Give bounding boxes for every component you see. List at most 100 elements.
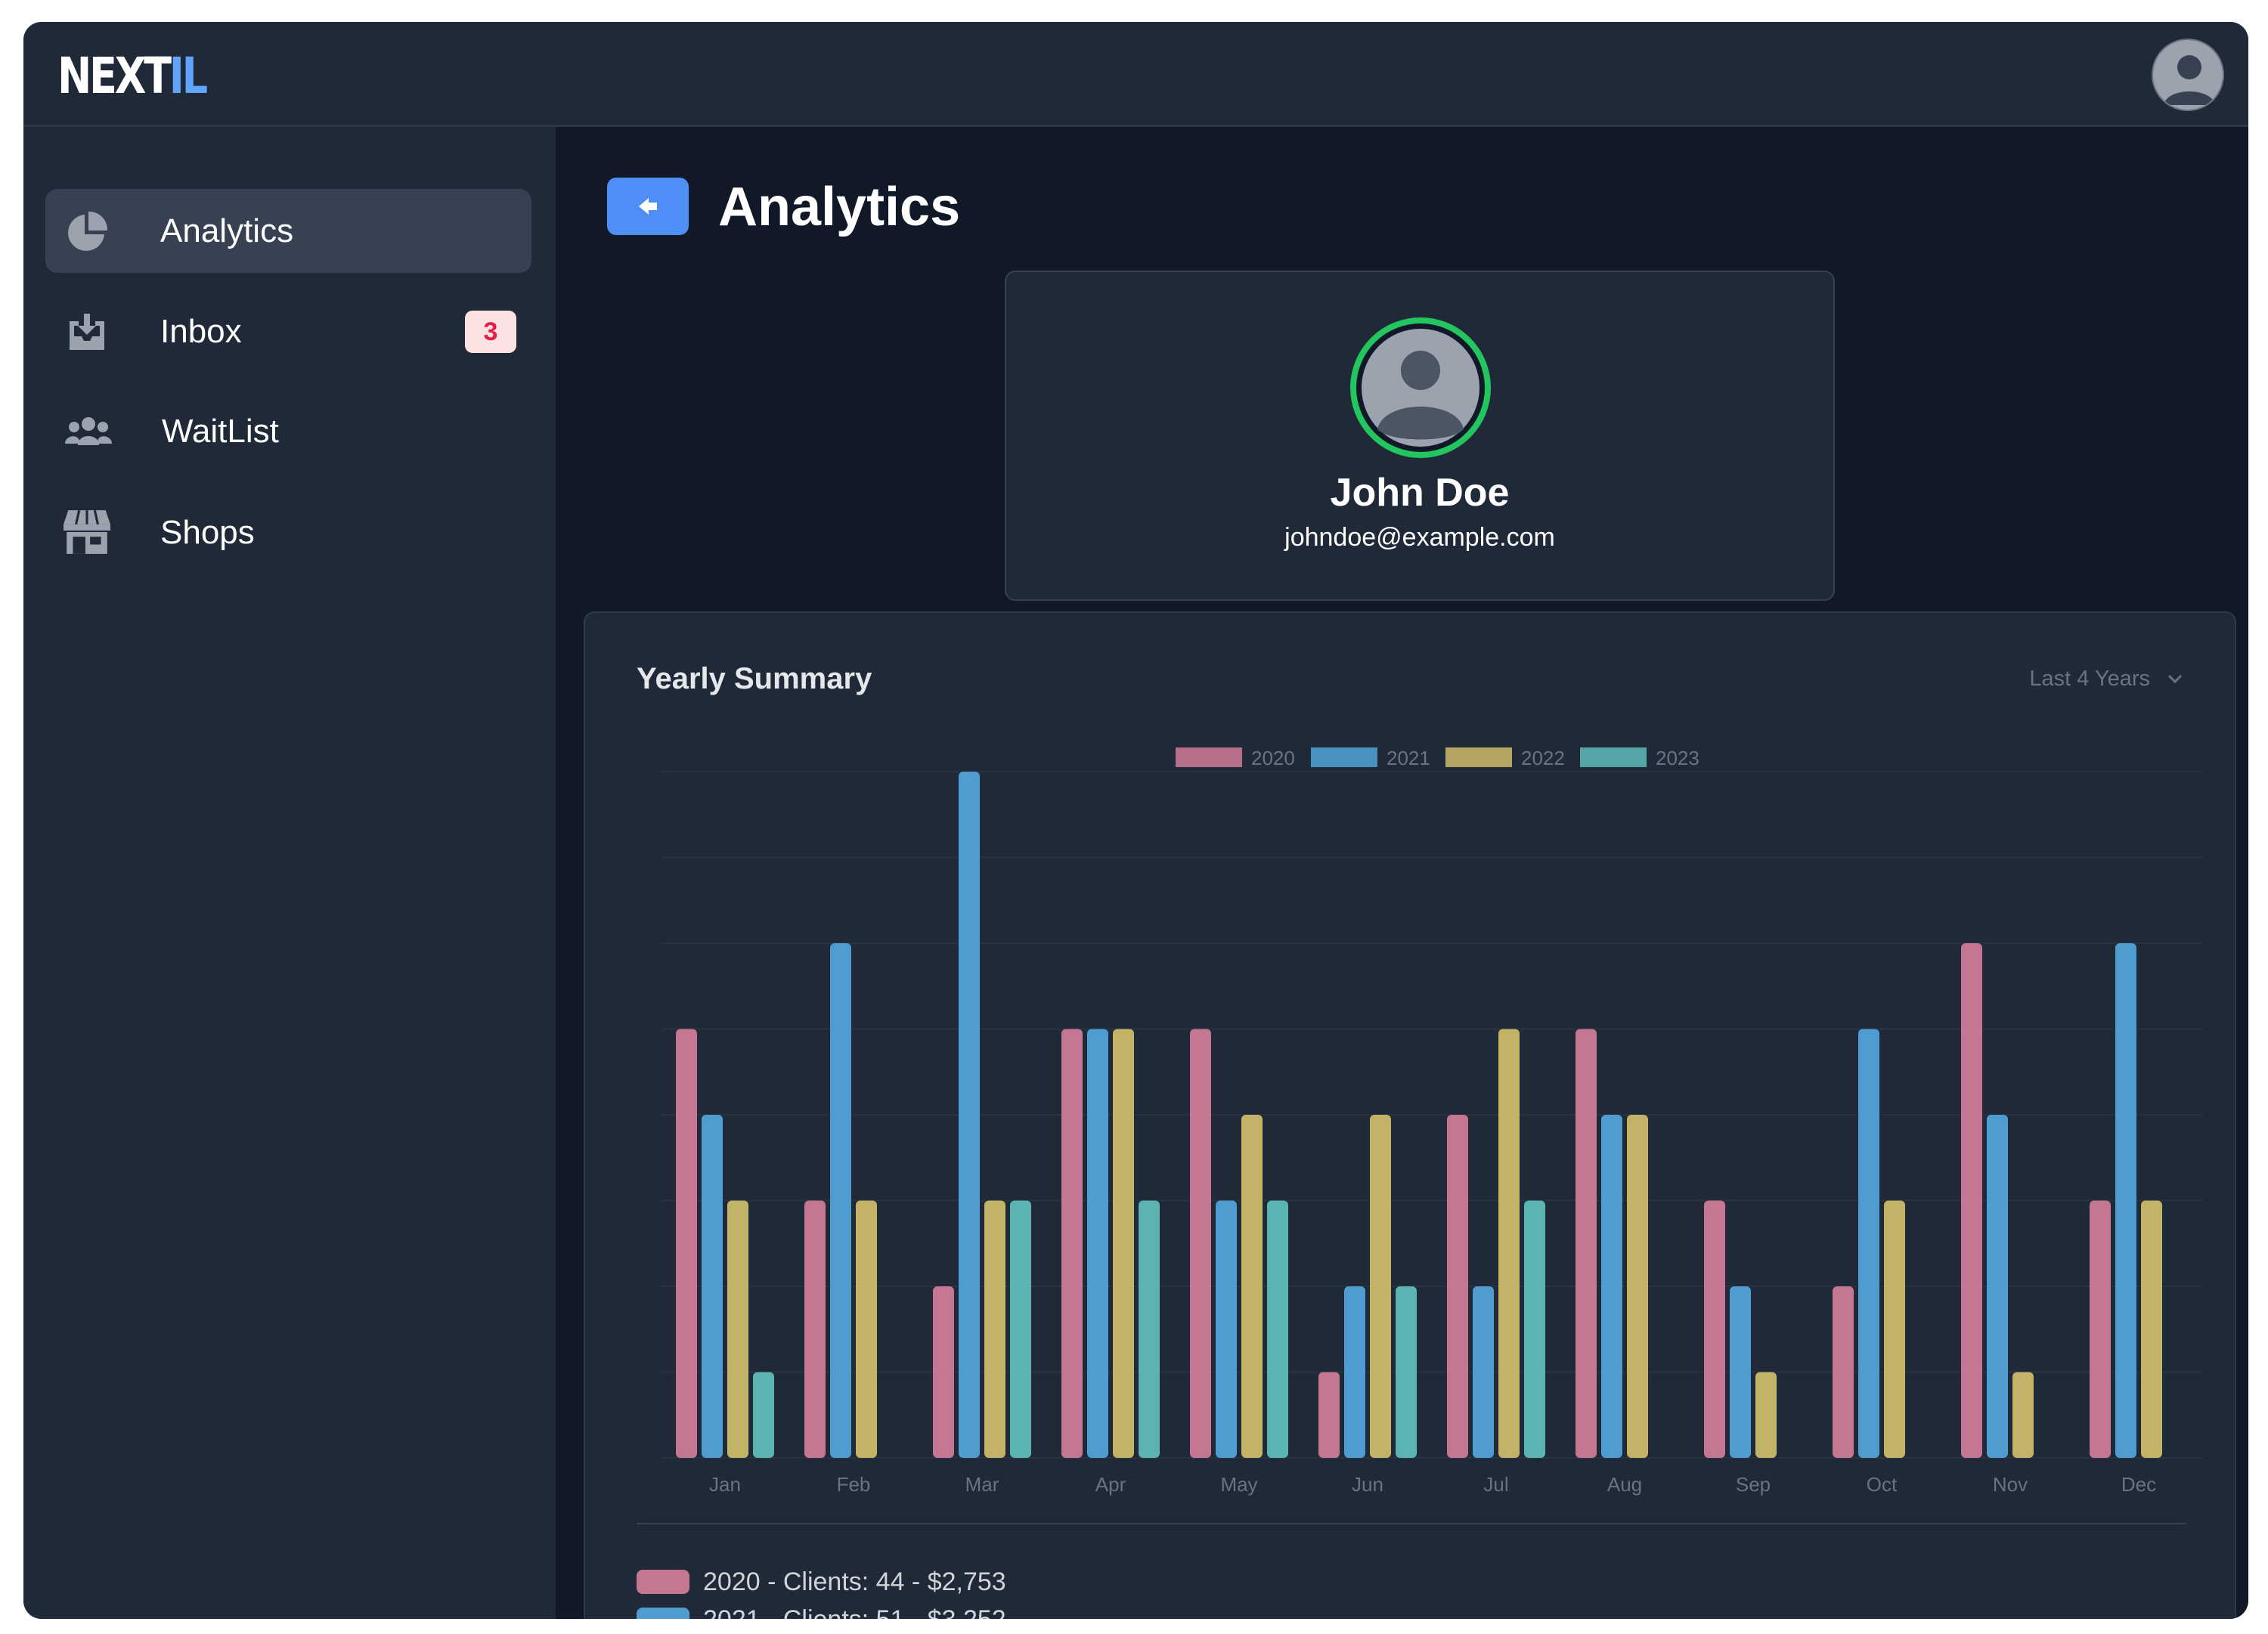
user-silhouette-icon [1362,329,1479,447]
legend-label: 2021 [1387,747,1430,769]
x-tick-label: Jul [1483,1473,1508,1496]
bar [984,1200,1005,1458]
pie-chart-icon [68,211,108,251]
sidebar: Analytics Inbox 3 WaitList Shops [23,127,556,1619]
bar [676,1029,697,1458]
sidebar-item-label: Shops [160,514,255,551]
bar [2115,943,2136,1458]
inbox-download-icon [70,314,104,350]
bar [1190,1029,1211,1458]
bar [1755,1372,1777,1458]
summary-swatch [637,1570,689,1594]
sidebar-item-analytics[interactable]: Analytics [45,189,531,273]
x-tick-label: Mar [965,1473,999,1496]
chevron-down-icon [2167,674,2183,684]
legend-swatch [1445,747,1512,767]
bar [1216,1200,1237,1458]
sidebar-item-shops[interactable]: Shops [45,491,531,574]
legend-label: 2020 [1251,747,1295,769]
page-title: Analytics [718,177,961,237]
sidebar-item-label: Analytics [160,212,294,249]
bar [1473,1286,1494,1458]
bar [702,1115,723,1458]
back-button[interactable] [607,178,689,235]
sidebar-item-label: WaitList [162,413,279,450]
sidebar-item-inbox[interactable]: Inbox 3 [45,289,531,373]
bar [1370,1115,1391,1458]
summary-row-2020: 2020 - Clients: 44 - $2,753 [637,1567,1006,1597]
legend-label: 2023 [1656,747,1699,769]
legend-swatch [1176,747,1242,767]
x-tick-label: May [1220,1473,1257,1496]
bar [1987,1115,2008,1458]
profile-name: John Doe [1330,471,1510,515]
x-tick-label: Oct [1867,1473,1898,1496]
user-silhouette-icon [2164,55,2215,105]
app-window: NEXTIL Analytics Inbox 3 WaitList Shops … [23,22,2248,1619]
bar [1884,1200,1905,1458]
bar [2141,1200,2162,1458]
summary-swatch [637,1608,689,1619]
bar [1267,1200,1288,1458]
bar [1010,1200,1031,1458]
store-icon [64,509,110,554]
bar [1241,1115,1263,1458]
unread-count-badge: 3 [465,311,516,353]
legend-swatch [1311,747,1377,767]
range-dropdown-label: Last 4 Years [2029,667,2150,691]
legend-swatch [1580,747,1647,767]
bar [804,1200,826,1458]
sidebar-item-waitlist[interactable]: WaitList [45,389,531,473]
logo[interactable]: NEXTIL [57,46,208,107]
bar [1833,1286,1854,1458]
bar [727,1200,748,1458]
bar [1061,1029,1083,1458]
bar [1344,1286,1365,1458]
profile-avatar[interactable] [1350,317,1491,458]
sidebar-item-label: Inbox [160,313,242,350]
x-tick-label: Apr [1095,1473,1126,1496]
bar [959,772,980,1458]
bar [1601,1115,1622,1458]
summary-row-text: 2020 - Clients: 44 - $2,753 [703,1567,1006,1596]
yearly-summary-card: 2020 2021 2022 2023 Jan Feb Mar Apr May Jun Jul Aug… [584,611,2236,1619]
x-tick-label: Aug [1607,1473,1642,1496]
bar [753,1372,774,1458]
legend-label: 2022 [1521,747,1565,769]
bar [1087,1029,1108,1458]
user-avatar[interactable] [2152,39,2224,111]
bar [856,1200,877,1458]
bar [1576,1029,1597,1458]
range-dropdown[interactable]: Last 4 Years [2029,661,2183,696]
bar [1961,943,1982,1458]
bar [1113,1029,1134,1458]
arrow-left-icon [639,198,657,215]
x-tick-label: Feb [837,1473,871,1496]
bar [1139,1200,1160,1458]
bar [2012,1372,2034,1458]
bar [933,1286,954,1458]
profile-card: John Doe johndoe@example.com [1005,271,1835,601]
bar [1396,1286,1417,1458]
x-tick-label: Nov [1993,1473,2028,1496]
top-bar: NEXTIL [23,22,2248,127]
x-tick-label: Jun [1352,1473,1383,1496]
bar [1524,1200,1545,1458]
bar [830,943,851,1458]
x-tick-label: Sep [1736,1473,1771,1496]
summary-row-2021: 2021 - Clients: 51 - $3,252 [637,1605,1006,1619]
bar [1858,1029,1879,1458]
bar [1498,1029,1520,1458]
bar [1447,1115,1468,1458]
summary-title: Yearly Summary [637,662,872,695]
users-icon [65,417,112,445]
bar [2090,1200,2111,1458]
bar [1704,1200,1725,1458]
yearly-summary-chart: 2020 2021 2022 2023 Jan Feb Mar Apr May Jun Jul Aug… [637,747,2203,1524]
bar [1730,1286,1751,1458]
profile-email: johndoe@example.com [1284,523,1555,552]
x-tick-label: Dec [2121,1473,2156,1496]
bar [1627,1115,1648,1458]
bar [1318,1372,1340,1458]
summary-row-text: 2021 - Clients: 51 - $3,252 [703,1605,1006,1619]
